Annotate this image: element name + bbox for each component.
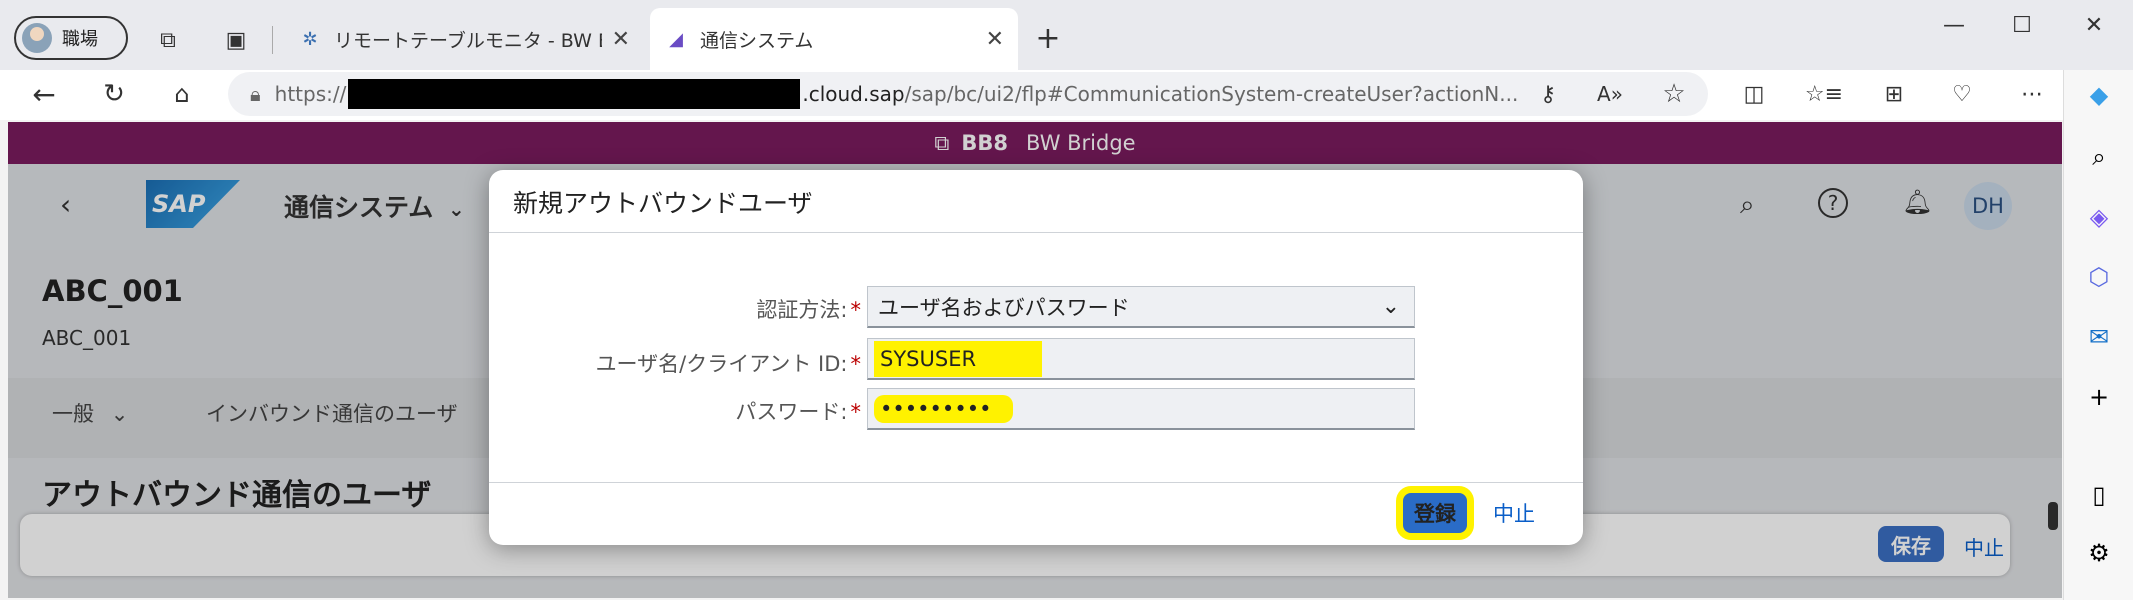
username-label: ユーザ名/クライアント ID: * bbox=[595, 352, 861, 376]
search-icon[interactable]: ⌕ bbox=[2082, 140, 2116, 174]
new-outbound-user-dialog: 新規アウトバウンドユーザ 認証方法: * ユーザ名およびパスワード ⌄ ユーザ名/… bbox=[489, 170, 1583, 545]
back-icon[interactable]: ← bbox=[26, 76, 62, 112]
dialog-title: 新規アウトバウンドユーザ bbox=[513, 189, 813, 218]
close-icon[interactable]: ✕ bbox=[612, 27, 630, 52]
profile-name: 職場 bbox=[62, 29, 98, 50]
tab-remote-table-monitor[interactable]: ✲ リモートテーブルモニタ - BW Bridge (S ✕ bbox=[284, 8, 644, 70]
tab-title: リモートテーブルモニタ - BW Bridge (S bbox=[334, 29, 602, 52]
workspaces-icon[interactable]: ⧉ bbox=[150, 22, 186, 58]
url-path: /sap/bc/ui2/flp#CommunicationSystem-crea… bbox=[904, 82, 1519, 106]
tab-divider bbox=[272, 26, 273, 54]
minimize-icon[interactable]: — bbox=[1936, 10, 1972, 40]
outlook-icon[interactable]: ✉ bbox=[2082, 320, 2116, 354]
username-value: SYSUSER bbox=[874, 340, 1043, 377]
settings-gear-icon[interactable]: ⚙ bbox=[2082, 536, 2116, 570]
url-host: .cloud.sap bbox=[802, 82, 905, 106]
auth-method-label: 認証方法: * bbox=[756, 298, 861, 322]
profile-avatar bbox=[22, 23, 52, 53]
collections-icon[interactable]: ⊞ bbox=[1876, 76, 1912, 112]
copilot-icon[interactable]: ◆ bbox=[2082, 78, 2116, 112]
url-redaction bbox=[348, 79, 801, 109]
chart-favicon-icon: ◢ bbox=[669, 28, 683, 50]
tab-communication-system[interactable]: ◢ 通信システム ✕ bbox=[650, 8, 1018, 70]
favorite-star-icon[interactable]: ☆ bbox=[1656, 76, 1692, 112]
chevron-down-icon: ⌄ bbox=[1381, 294, 1400, 319]
register-button[interactable]: 登録 bbox=[1403, 493, 1467, 533]
tab-title: 通信システム bbox=[700, 29, 814, 52]
dialog-cancel-button[interactable]: 中止 bbox=[1493, 493, 1535, 533]
sidebar-toggle-icon[interactable]: ▯ bbox=[2082, 478, 2116, 512]
more-menu-icon[interactable]: ⋯ bbox=[2014, 76, 2050, 112]
dialog-divider bbox=[489, 232, 1583, 233]
window-close-icon[interactable]: ✕ bbox=[2076, 10, 2112, 40]
close-icon[interactable]: ✕ bbox=[986, 27, 1004, 52]
dialog-footer-divider bbox=[489, 482, 1583, 483]
profile-button[interactable]: 職場 bbox=[14, 16, 128, 60]
gear-favicon-icon: ✲ bbox=[302, 28, 318, 50]
url-prefix: https:// bbox=[274, 82, 347, 106]
auth-method-select[interactable]: ユーザ名およびパスワード ⌄ bbox=[867, 286, 1415, 328]
password-value: ••••••••• bbox=[874, 394, 1014, 423]
username-input[interactable]: SYSUSER bbox=[867, 338, 1415, 380]
split-screen-icon[interactable]: ◫ bbox=[1736, 76, 1772, 112]
browser-essentials-icon[interactable]: ♡ bbox=[1944, 76, 1980, 112]
add-sidebar-app-icon[interactable]: + bbox=[2082, 380, 2116, 414]
key-icon[interactable]: ⚷ bbox=[1530, 76, 1566, 112]
favorites-list-icon[interactable]: ☆≡ bbox=[1805, 76, 1843, 112]
read-aloud-icon[interactable]: A» bbox=[1592, 76, 1628, 112]
refresh-icon[interactable]: ↻ bbox=[96, 76, 132, 112]
url-input[interactable]: 🔒︎ https:// .cloud.sap /sap/bc/ui2/flp#C… bbox=[228, 72, 1708, 116]
edge-sidebar: ◆ ⌕ ◈ ⬡ ✉ + ▯ ⚙ bbox=[2063, 70, 2133, 600]
lock-icon: 🔒︎ bbox=[250, 82, 261, 106]
password-input[interactable]: ••••••••• bbox=[867, 388, 1415, 430]
shopping-tag-icon[interactable]: ◈ bbox=[2082, 200, 2116, 234]
maximize-icon[interactable]: ☐ bbox=[2004, 10, 2040, 40]
vertical-tabs-icon[interactable]: ▣ bbox=[218, 22, 254, 58]
microsoft-365-icon[interactable]: ⬡ bbox=[2082, 260, 2116, 294]
new-tab-icon[interactable]: + bbox=[1030, 20, 1066, 56]
password-label: パスワード: * bbox=[735, 400, 861, 424]
home-icon[interactable]: ⌂ bbox=[164, 76, 200, 112]
auth-method-value: ユーザ名およびパスワード bbox=[878, 295, 1130, 320]
